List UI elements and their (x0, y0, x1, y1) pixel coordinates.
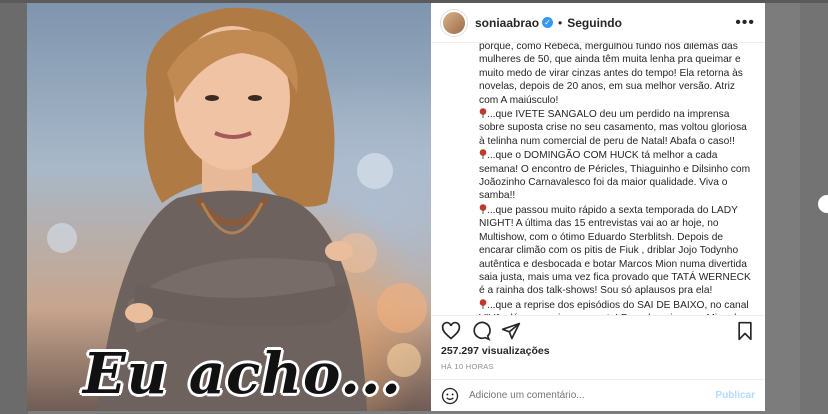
avatar[interactable] (441, 9, 467, 36)
emoji-icon[interactable] (441, 387, 459, 405)
caption-paragraph: ...que a reprise dos episódios do SAI DE… (479, 298, 753, 315)
comment-icon[interactable] (471, 321, 491, 341)
following-button[interactable]: Seguindo (567, 16, 622, 30)
comment-input[interactable] (469, 390, 716, 401)
post-sidebar: soniaabrao ✓ • Seguindo ••• porque, como… (431, 3, 765, 411)
caption-paragraph: ...que passou muito rápido a sexta tempo… (479, 203, 753, 298)
post-time[interactable]: HÁ 10 HORAS (431, 357, 765, 379)
publish-button[interactable]: Publicar (716, 390, 755, 401)
image-caption-overlay: Eu acho... (83, 341, 402, 407)
username-link[interactable]: soniaabrao (475, 16, 539, 30)
verified-icon: ✓ (542, 17, 554, 28)
action-bar (431, 315, 765, 345)
more-icon[interactable]: ••• (735, 14, 755, 32)
pin-icon (479, 298, 487, 309)
caption-line: ...que o DOMINGÃO COM HUCK tá melhor a c… (479, 150, 751, 202)
comment-box: Publicar (431, 379, 765, 411)
caption-line: ...que passou muito rápido a sexta tempo… (479, 204, 751, 297)
pin-icon (479, 149, 487, 160)
views-count[interactable]: 257.297 visualizações (431, 345, 765, 357)
share-icon[interactable] (501, 321, 521, 341)
caption-line: ...que IVETE SANGALO deu um perdido na i… (479, 109, 747, 147)
bookmark-icon[interactable] (735, 321, 755, 341)
heart-icon[interactable] (441, 321, 461, 341)
post-image[interactable]: Eu acho... (27, 3, 431, 411)
pin-icon (479, 108, 487, 119)
caption-paragraph: porque, como Rebeca, mergulhou fundo nos… (479, 43, 743, 106)
caption-text: porque, como Rebeca, mergulhou fundo nos… (479, 43, 753, 315)
separator-dot: • (558, 15, 563, 30)
post-modal: Eu acho... soniaabrao ✓ • Seguindo ••• p… (27, 3, 765, 411)
post-header: soniaabrao ✓ • Seguindo ••• (431, 3, 765, 43)
caption-paragraph: ...que o DOMINGÃO COM HUCK tá melhor a c… (479, 148, 753, 203)
caption-paragraph: ...que IVETE SANGALO deu um perdido na i… (479, 107, 753, 148)
backdrop[interactable] (0, 0, 28, 414)
pin-icon (479, 204, 487, 214)
caption-scroll-area[interactable]: porque, como Rebeca, mergulhou fundo nos… (431, 43, 765, 315)
caption-line: ...que a reprise dos episódios do SAI DE… (479, 299, 749, 315)
